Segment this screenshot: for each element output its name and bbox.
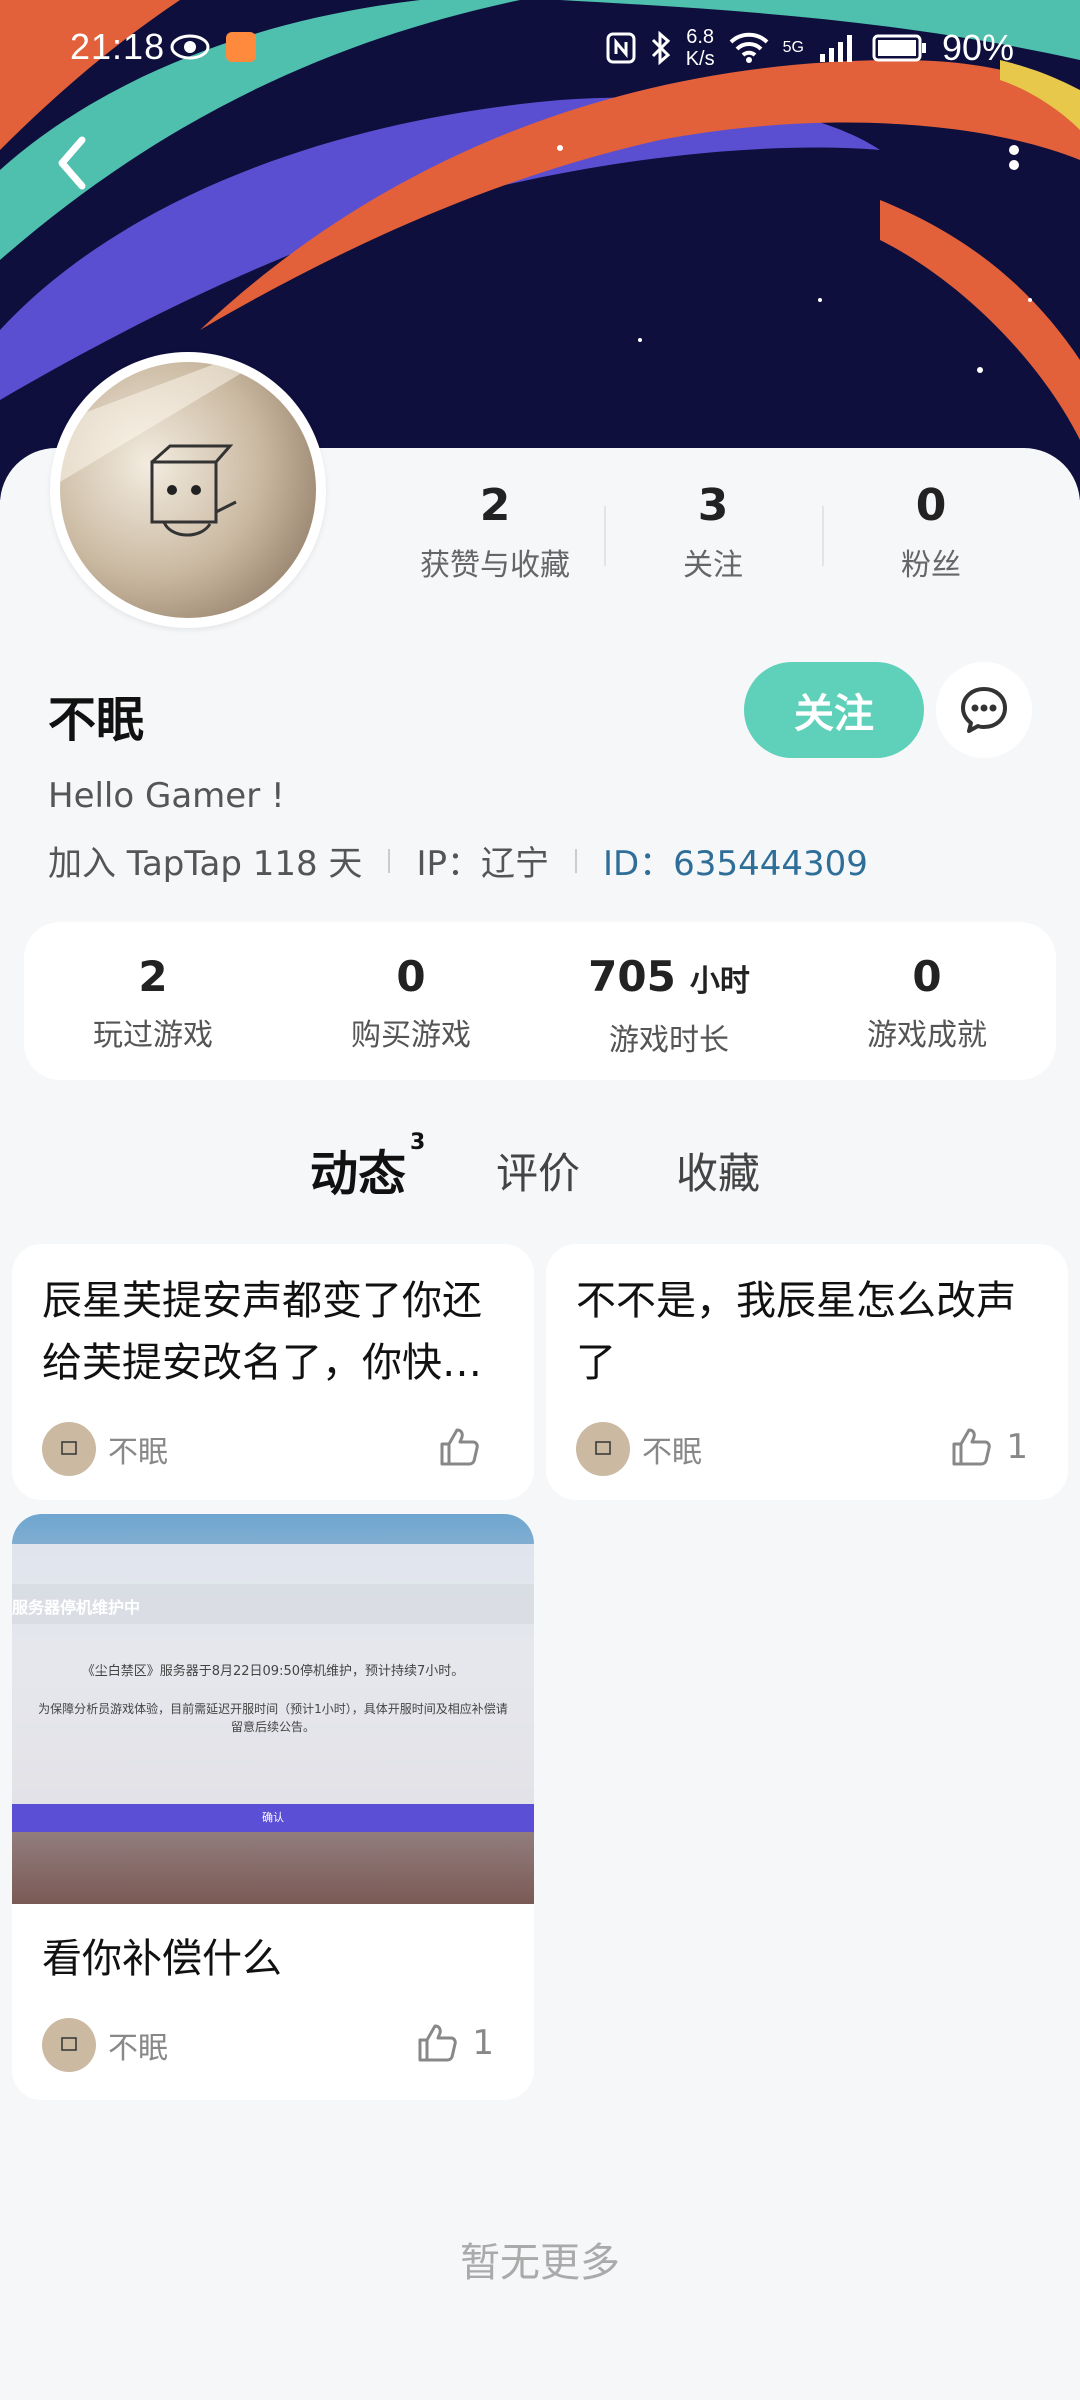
thumbs-up-icon: [952, 1428, 992, 1466]
like-button[interactable]: 1: [950, 1426, 1028, 1468]
image-line-2: 为保障分析员游戏体验，目前需延迟开服时间（预计1小时），具体开服时间及相应补偿请: [38, 1702, 508, 1716]
post-text: 辰星芙提安声都变了你还给芙提安改名了，你快…: [42, 1278, 482, 1386]
status-time: 21:18: [70, 26, 166, 67]
stat-games-played[interactable]: 2 玩过游戏: [24, 922, 282, 1080]
battery-percent: 90%: [941, 27, 1014, 68]
wifi-icon: [729, 32, 768, 63]
status-bar: 21:18 6.8 K/s 5G 90%: [0, 0, 1080, 100]
like-count: 1: [1006, 1427, 1028, 1467]
stat-following[interactable]: 3 关注: [604, 476, 822, 584]
post-author[interactable]: 不眠: [576, 1422, 702, 1476]
network-type-label: 5G: [782, 39, 804, 56]
app-notification-icon: [226, 32, 256, 62]
nfc-icon: [606, 32, 636, 64]
chat-bubble-icon: [961, 687, 1007, 733]
tab-favorites[interactable]: 收藏: [676, 1140, 760, 1201]
image-confirm: 确认: [262, 1811, 284, 1824]
back-button[interactable]: [48, 128, 98, 198]
thumbs-up-icon: [440, 1428, 479, 1466]
stat-followers[interactable]: 0 粉丝: [822, 476, 1040, 584]
like-button[interactable]: [438, 1426, 494, 1468]
author-avatar: [42, 1422, 96, 1476]
author-name: 不眠: [108, 2031, 168, 2066]
like-button[interactable]: 1: [416, 2022, 494, 2064]
status-left-icons: [170, 32, 256, 62]
more-options-button[interactable]: [1002, 140, 1026, 190]
post-card[interactable]: 辰星芙提安声都变了你还给芙提安改名了，你快… 不眠: [12, 1244, 534, 1500]
divider: [388, 848, 391, 873]
profile-bio: Hello Gamer !: [48, 776, 285, 816]
post-card[interactable]: 不不是，我辰星怎么改声了 不眠 1: [546, 1244, 1068, 1500]
profile-meta: 加入 TapTap 118 天 IP：辽宁 ID：635444309: [48, 836, 868, 885]
ip-location: IP：辽宁: [416, 844, 549, 884]
eye-icon: [170, 34, 210, 60]
image-title: 服务器停机维护中: [12, 1598, 141, 1617]
image-line-3: 留意后续公告。: [230, 1720, 315, 1734]
social-stats: 2 获赞与收藏 3 关注 0 粉丝: [386, 476, 1040, 584]
post-card[interactable]: 服务器停机维护中 《尘白禁区》服务器于8月22日09:50停机维护，预计持续7小…: [12, 1514, 534, 2100]
stat-achievements[interactable]: 0 游戏成就: [798, 922, 1056, 1080]
follow-button[interactable]: 关注: [744, 662, 924, 758]
post-author[interactable]: 不眠: [42, 2018, 168, 2072]
signal-icon: [819, 35, 852, 62]
author-name: 不眠: [642, 1435, 702, 1470]
user-id[interactable]: ID：635444309: [603, 836, 868, 885]
message-button[interactable]: [936, 662, 1032, 758]
tab-reviews[interactable]: 评价: [496, 1140, 580, 1201]
author-avatar: [576, 1422, 630, 1476]
stat-games-purchased[interactable]: 0 购买游戏: [282, 922, 540, 1080]
stat-play-time[interactable]: 705 小时 游戏时长: [540, 922, 798, 1080]
like-count: 1: [472, 2023, 494, 2063]
back-arrow-icon: [58, 136, 86, 190]
post-text: 看你补偿什么: [42, 1936, 282, 1982]
content-tabs: 动态 3 评价 收藏: [0, 1130, 1080, 1210]
profile-avatar[interactable]: [50, 352, 326, 628]
post-text: 不不是，我辰星怎么改声了: [576, 1278, 1016, 1386]
avatar-image: [60, 362, 316, 618]
divider: [574, 848, 577, 873]
profile-username: 不眠: [48, 692, 145, 748]
tab-posts-count: 3: [410, 1130, 426, 1155]
game-stats-card: 2 玩过游戏 0 购买游戏 705 小时 游戏时长 0 游戏成就: [24, 922, 1056, 1080]
author-name: 不眠: [108, 1435, 168, 1470]
post-image[interactable]: 服务器停机维护中 《尘白禁区》服务器于8月22日09:50停机维护，预计持续7小…: [12, 1514, 534, 1904]
bluetooth-icon: [651, 31, 670, 65]
network-speed: 6.8 K/s: [685, 26, 715, 70]
tab-posts[interactable]: 动态: [310, 1134, 406, 1204]
thumbs-up-icon: [418, 2024, 458, 2062]
author-avatar: [42, 2018, 96, 2072]
image-line-1: 《尘白禁区》服务器于8月22日09:50停机维护，预计持续7小时。: [81, 1664, 465, 1679]
status-right-icons: 6.8 K/s 5G 90%: [606, 26, 1014, 70]
more-vertical-icon: [1009, 145, 1019, 170]
post-author[interactable]: 不眠: [42, 1422, 168, 1476]
stat-likes-favorites[interactable]: 2 获赞与收藏: [386, 476, 604, 584]
joined-days: 加入 TapTap 118 天: [48, 844, 363, 884]
battery-icon: [872, 34, 926, 62]
no-more-content: 暂无更多: [460, 2240, 620, 2286]
